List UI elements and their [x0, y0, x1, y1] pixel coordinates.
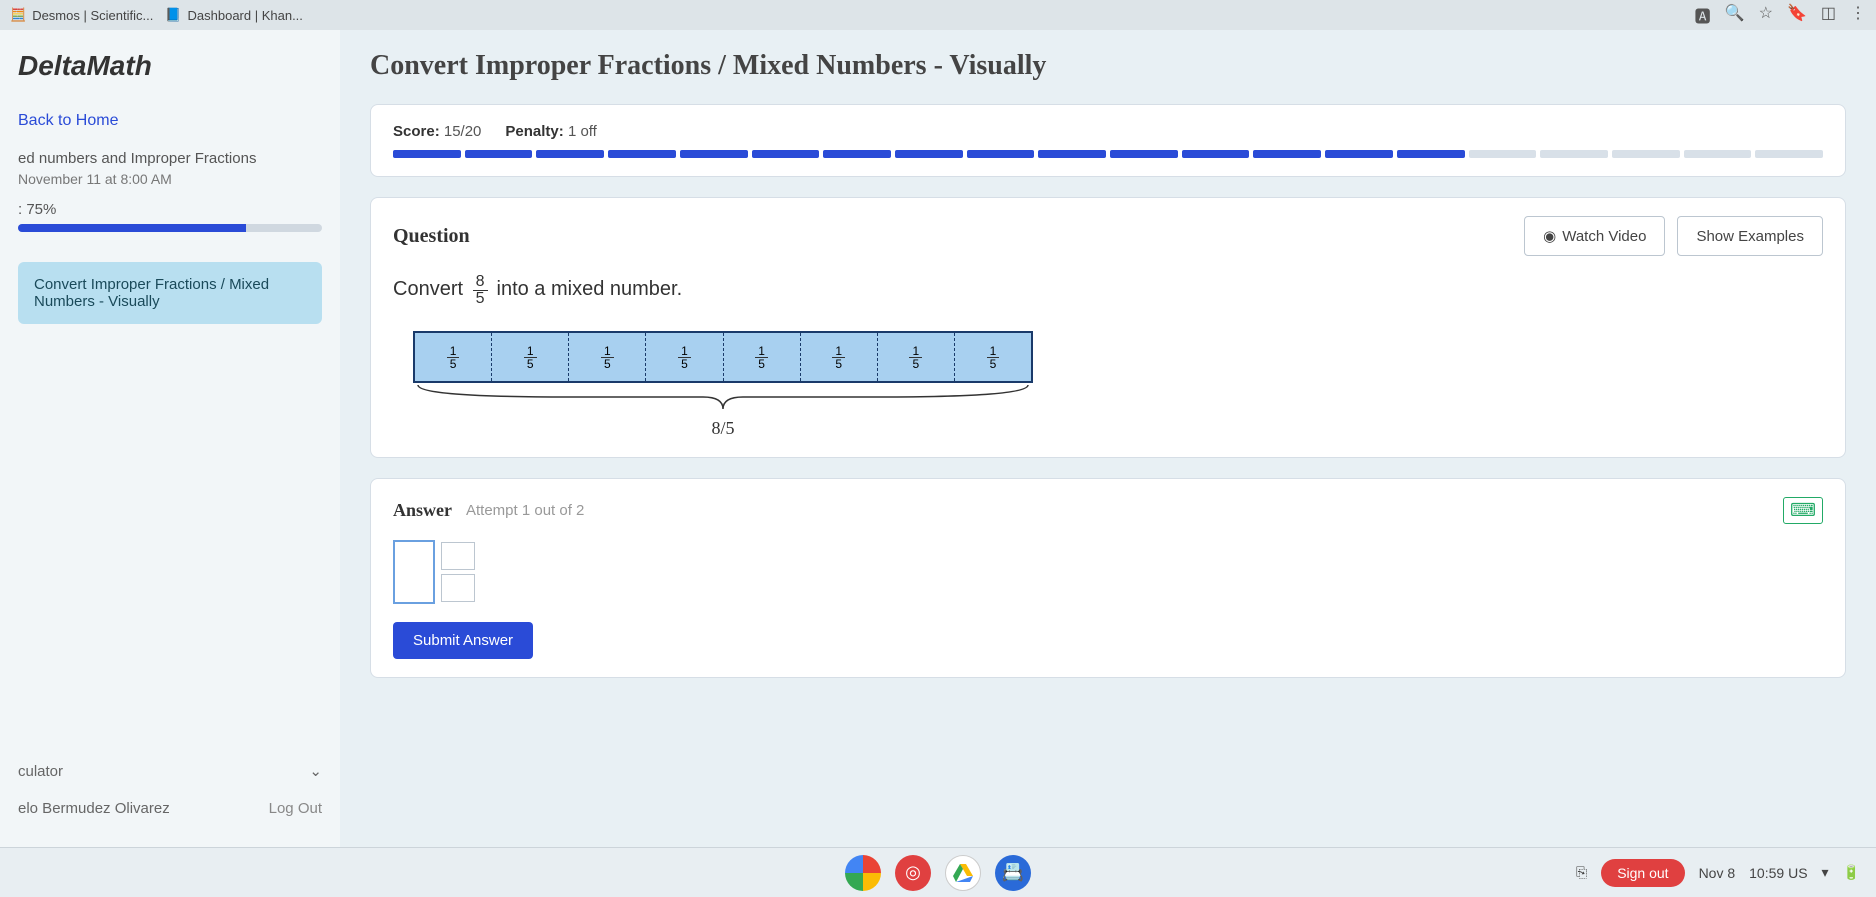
denominator-input[interactable]: [441, 574, 475, 602]
keyboard-icon[interactable]: ⌨: [1783, 497, 1823, 524]
brace-icon: [413, 383, 1033, 413]
progress-segment: [1182, 150, 1250, 158]
fraction-8-5: 8 5: [473, 274, 488, 307]
tray-icon[interactable]: ⎘: [1576, 864, 1587, 881]
chrome-icon[interactable]: [845, 855, 881, 891]
play-icon: ◉: [1543, 227, 1556, 245]
progress-segment: [1612, 150, 1680, 158]
app-icon-red[interactable]: ◎: [895, 855, 931, 891]
attempt-counter: Attempt 1 out of 2: [466, 502, 584, 519]
user-row: elo Bermudez Olivarez Log Out: [18, 790, 322, 827]
bar-segment: 15: [415, 333, 492, 381]
bar-segment: 15: [646, 333, 723, 381]
progress-segment: [823, 150, 891, 158]
assignment-due: November 11 at 8:00 AM: [18, 171, 322, 187]
numerator-input[interactable]: [441, 542, 475, 570]
menu-icon[interactable]: ⋮: [1850, 3, 1866, 27]
sidebar: DeltaMath Back to Home ed numbers and Im…: [0, 30, 340, 847]
wifi-icon[interactable]: ▾: [1822, 864, 1829, 881]
browser-tab[interactable]: 📘 Dashboard | Khan...: [165, 7, 303, 23]
question-heading: Question: [393, 225, 470, 248]
progress-segment: [967, 150, 1035, 158]
bar-segment: 15: [492, 333, 569, 381]
progress-segment: [1469, 150, 1537, 158]
bar-segment: 15: [724, 333, 801, 381]
progress-segment: [1325, 150, 1393, 158]
progress-segment: [393, 150, 461, 158]
khan-icon: 📘: [165, 7, 181, 23]
brace-total-label: 8/5: [413, 418, 1033, 439]
bar-segment: 15: [878, 333, 955, 381]
progress-segment: [752, 150, 820, 158]
progress-segment: [1253, 150, 1321, 158]
bar-segment: 15: [955, 333, 1031, 381]
question-card: Question ◉ Watch Video Show Examples Con…: [370, 197, 1846, 458]
user-name: elo Bermudez Olivarez: [18, 800, 170, 817]
chevron-down-icon: ⌄: [309, 762, 322, 780]
answer-heading: Answer: [393, 500, 452, 521]
drive-icon[interactable]: [945, 855, 981, 891]
progress-segment: [536, 150, 604, 158]
progress-segment: [608, 150, 676, 158]
sign-out-button[interactable]: Sign out: [1601, 859, 1684, 887]
question-prompt: Convert 8 5 into a mixed number.: [393, 274, 1823, 307]
taskbar-time: 10:59 US: [1749, 865, 1807, 881]
progress-segment: [465, 150, 533, 158]
calculator-label: culator: [18, 763, 63, 780]
app-icon-blue[interactable]: 📇: [995, 855, 1031, 891]
progress-segment: [1397, 150, 1465, 158]
watch-video-label: Watch Video: [1562, 228, 1646, 245]
star-icon[interactable]: ☆: [1759, 3, 1773, 27]
score-text: Score: 15/20: [393, 123, 481, 140]
progress-segment: [1038, 150, 1106, 158]
mixed-number-input[interactable]: [393, 540, 1823, 604]
search-icon[interactable]: 🔍: [1725, 3, 1745, 27]
assignment-title: ed numbers and Improper Fractions: [18, 150, 322, 167]
answer-card: Answer Attempt 1 out of 2 ⌨ Submit Answe…: [370, 478, 1846, 678]
progress-segment: [1684, 150, 1752, 158]
battery-icon[interactable]: 🔋: [1843, 864, 1860, 881]
submit-answer-button[interactable]: Submit Answer: [393, 622, 533, 659]
translate-icon[interactable]: 🅰: [1695, 3, 1711, 27]
progress-segment: [1755, 150, 1823, 158]
extension-icon[interactable]: ◫: [1821, 3, 1836, 27]
taskbar-date: Nov 8: [1699, 865, 1736, 881]
desmos-icon: 🧮: [10, 7, 26, 23]
skill-item-active[interactable]: Convert Improper Fractions / Mixed Numbe…: [18, 262, 322, 324]
browser-tab-strip: 🧮 Desmos | Scientific... 📘 Dashboard | K…: [0, 0, 1876, 30]
progress-segment: [1110, 150, 1178, 158]
bar-segment: 15: [801, 333, 878, 381]
score-progress-track: [393, 150, 1823, 158]
assignment-percent: : 75%: [18, 201, 322, 218]
logo: DeltaMath: [18, 50, 322, 82]
whole-number-input[interactable]: [393, 540, 435, 604]
back-to-home-link[interactable]: Back to Home: [18, 112, 322, 130]
bookmark-icon[interactable]: 🔖: [1787, 3, 1807, 27]
progress-segment: [895, 150, 963, 158]
os-taskbar: ◎ 📇 ⎘ Sign out Nov 8 10:59 US ▾ 🔋: [0, 847, 1876, 897]
tab-label: Dashboard | Khan...: [188, 8, 303, 23]
progress-segment: [680, 150, 748, 158]
show-examples-label: Show Examples: [1696, 228, 1804, 245]
brace: 8/5: [413, 383, 1033, 439]
browser-tab[interactable]: 🧮 Desmos | Scientific...: [10, 7, 153, 23]
calculator-toggle[interactable]: culator ⌄: [18, 752, 322, 790]
show-examples-button[interactable]: Show Examples: [1677, 216, 1823, 256]
progress-segment: [1540, 150, 1608, 158]
fraction-bar-model: 1515151515151515: [413, 331, 1033, 383]
logout-link[interactable]: Log Out: [269, 800, 322, 817]
watch-video-button[interactable]: ◉ Watch Video: [1524, 216, 1665, 256]
tab-label: Desmos | Scientific...: [32, 8, 153, 23]
assignment-progress-bar: [18, 224, 322, 232]
page-title: Convert Improper Fractions / Mixed Numbe…: [370, 50, 1846, 82]
penalty-text: Penalty: 1 off: [505, 123, 596, 140]
score-card: Score: 15/20 Penalty: 1 off: [370, 104, 1846, 177]
bar-segment: 15: [569, 333, 646, 381]
main-content: Convert Improper Fractions / Mixed Numbe…: [340, 30, 1876, 847]
